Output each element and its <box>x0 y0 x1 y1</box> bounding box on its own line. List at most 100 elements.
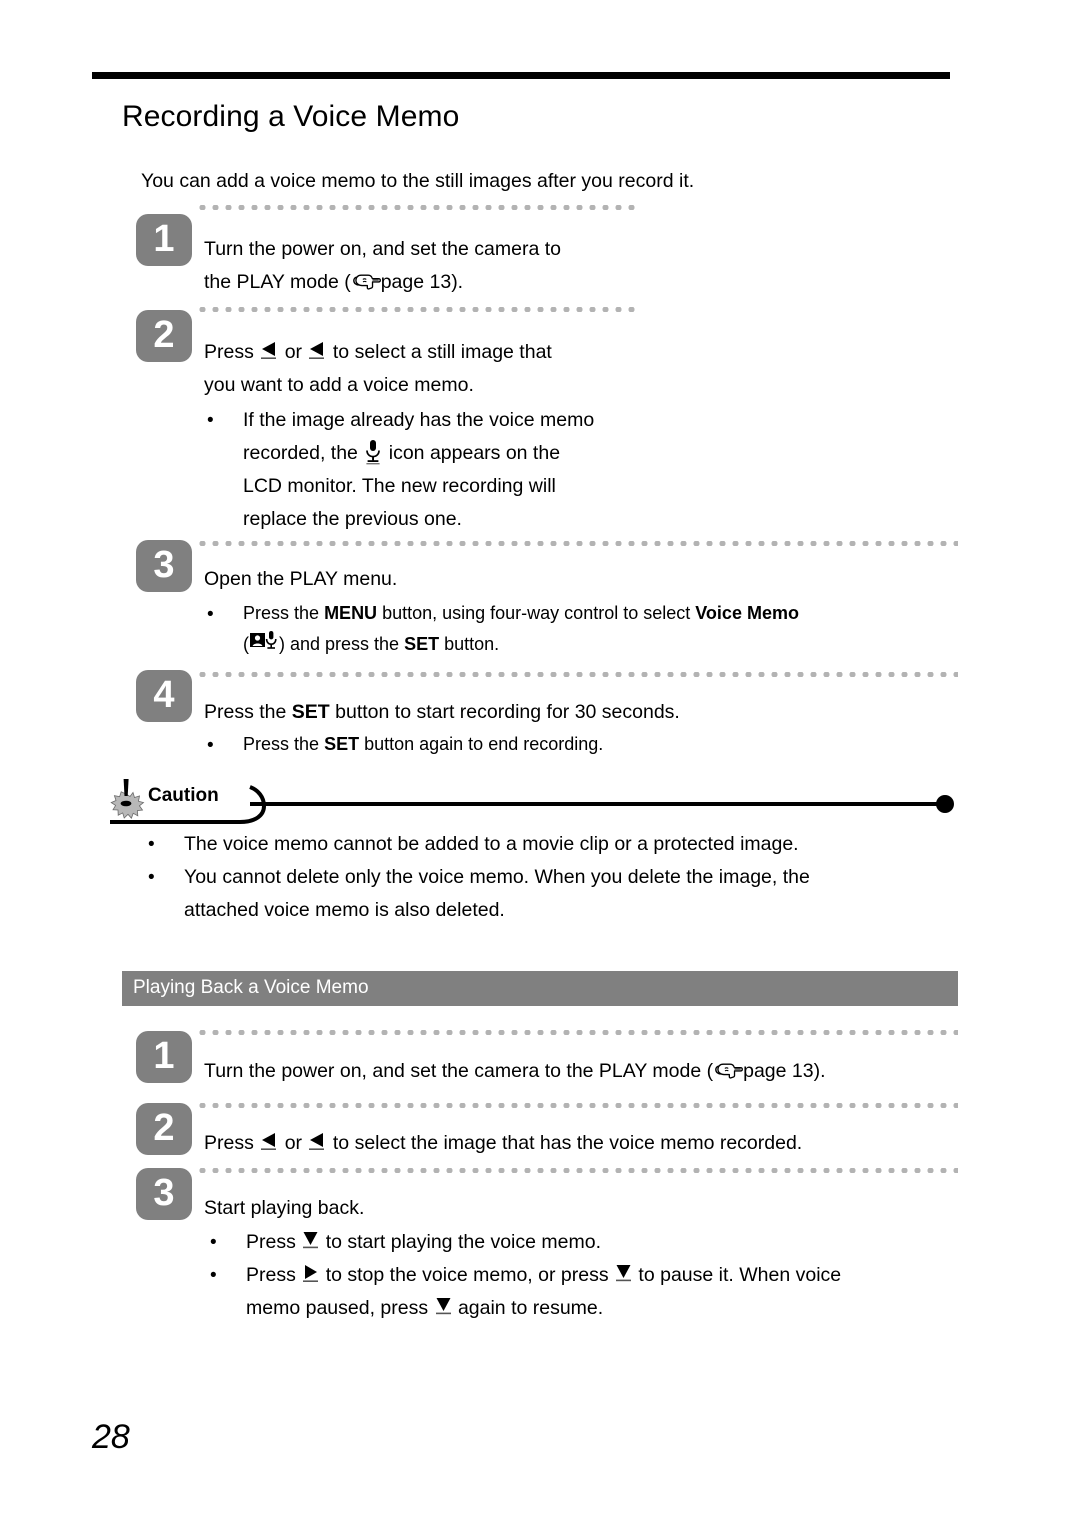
caution-item-1: • The voice memo cannot be added to a mo… <box>148 828 948 861</box>
header-rule <box>92 72 950 79</box>
playback-step-divider-2 <box>196 1103 958 1108</box>
step-3-bullet-2-post: button. <box>444 634 500 654</box>
playback-step-3-bullet-1: • Press to start playing the voice memo. <box>210 1226 910 1259</box>
step-divider-1 <box>196 205 640 210</box>
down-triangle-icon <box>301 1229 320 1251</box>
bullet-dot: • <box>148 867 155 888</box>
step-number-2: 2 <box>136 310 192 362</box>
intro-paragraph: You can add a voice memo to the still im… <box>141 170 695 192</box>
playback-step-number-3: 3 <box>136 1168 192 1220</box>
step-2-bullet-1-line-1: If the image already has the voice memo <box>243 409 595 431</box>
step-divider-2 <box>196 307 640 312</box>
step-3-bullet-1-line-1: Press the MENU button, using four-way co… <box>243 598 947 629</box>
bullet-dot: • <box>148 834 155 855</box>
step-2-bullet-1-line-2-pre: recorded, the <box>243 442 358 464</box>
playback-step-1-line-1: Turn the power on, and set the camera to… <box>204 1055 964 1088</box>
step-4-line-1-post: button to start recording for 30 seconds… <box>335 701 680 723</box>
playback-step-2-line-1: Press or to select the image that has th… <box>204 1127 984 1160</box>
page-number: 28 <box>92 1418 130 1456</box>
playback-step-3-body: Start playing back. <box>204 1192 964 1225</box>
bullet-dot: • <box>207 604 214 625</box>
step-4-bullet-1: • Press the SET button again to end reco… <box>207 729 907 760</box>
down-triangle-icon <box>434 1295 453 1317</box>
step-3-bullet-1-pre: Press the <box>243 603 320 623</box>
playback-step-number-1: 1 <box>136 1031 192 1083</box>
playback-bullet-2-post: to pause it. When voice <box>638 1264 842 1286</box>
bullet-dot: • <box>210 1232 217 1253</box>
step-3-bullet-1-line-2: ( ) and press the SET button. <box>243 629 947 660</box>
left-triangle-icon <box>259 1130 279 1152</box>
caution-block-header: Caution <box>100 776 960 826</box>
step-2-bullet-1-line-4: replace the previous one. <box>243 508 462 530</box>
step-4-bullet-1-post: button again to end recording. <box>364 734 604 754</box>
set-button-label: SET <box>291 701 330 723</box>
step-2-bullet-1: • If the image already has the voice mem… <box>207 404 727 536</box>
caution-burst-icon <box>106 778 146 824</box>
caution-rule <box>100 776 960 826</box>
step-4-body: Press the SET button to start recording … <box>204 696 944 729</box>
step-number-3: 3 <box>136 540 192 592</box>
step-3-bullet-2-mid: ) and press the <box>279 634 400 654</box>
step-3-bullet-1-mid: button, using four-way control to select <box>382 603 691 623</box>
playback-bullet-2-mid: to stop the voice memo, or press <box>325 1264 609 1286</box>
step-1-line-2-pre: the PLAY mode ( <box>204 271 351 293</box>
step-1-line-2: the PLAY mode ( page 13). <box>204 266 824 299</box>
step-3-bullet-1: • Press the MENU button, using four-way … <box>207 598 947 660</box>
playback-step-2-body: Press or to select the image that has th… <box>204 1127 984 1160</box>
playback-bullet-2-line2-post: again to resume. <box>457 1297 604 1319</box>
voice-memo-menu-icon <box>249 630 279 656</box>
step-2-bullet-1-line-2-post: icon appears on the <box>388 442 561 464</box>
page-title: Recording a Voice Memo <box>122 100 460 133</box>
voice-memo-label: Voice Memo <box>695 603 799 623</box>
step-number-1: 1 <box>136 214 192 266</box>
step-1-body: Turn the power on, and set the camera to… <box>204 233 824 299</box>
step-4-bullet-1-line-1: Press the SET button again to end record… <box>243 729 907 760</box>
microphone-icon <box>363 439 383 465</box>
section-header-label: Playing Back a Voice Memo <box>133 977 369 998</box>
playback-bullet-2-line-2: memo paused, press again to resume. <box>246 1292 950 1325</box>
set-button-label: SET <box>324 734 360 754</box>
step-1-line-2-post: page 13). <box>380 271 464 293</box>
step-divider-3 <box>196 541 958 546</box>
playback-step-2-mid: or <box>284 1132 303 1154</box>
step-3-line-1: Open the PLAY menu. <box>204 568 398 590</box>
step-4-line-1: Press the SET button to start recording … <box>204 696 944 729</box>
menu-button-label: MENU <box>324 603 378 623</box>
step-2-body: Press or to select a still image that yo… <box>204 336 844 402</box>
caution-label: Caution <box>148 785 219 806</box>
playback-bullet-2-line2-pre: memo paused, press <box>246 1297 429 1319</box>
step-4-bullet-1-pre: Press the <box>243 734 320 754</box>
step-2-line-1-mid: or <box>284 341 303 363</box>
playback-step-1-body: Turn the power on, and set the camera to… <box>204 1055 964 1088</box>
pointing-hand-icon <box>351 271 381 291</box>
playback-step-3-bullet-2: • Press to stop the voice memo, or press <box>210 1259 950 1325</box>
playback-step-divider-1 <box>196 1030 958 1035</box>
playback-step-3-line-1: Start playing back. <box>204 1197 365 1219</box>
step-2-line-2: you want to add a voice memo. <box>204 374 474 396</box>
playback-step-2-post: to select the image that has the voice m… <box>332 1132 803 1154</box>
bullet-dot: • <box>207 410 214 431</box>
set-button-label: SET <box>404 634 440 654</box>
step-2-line-1-pre: Press <box>204 341 254 363</box>
step-2-line-1: Press or to select a still image that <box>204 336 844 369</box>
playback-bullet-1-pre: Press <box>246 1231 296 1253</box>
step-2-bullet-1-line-2: recorded, the icon appears on the <box>243 437 727 470</box>
playback-bullet-1-line-1: Press to start playing the voice memo. <box>246 1226 910 1259</box>
down-triangle-icon <box>614 1262 633 1284</box>
step-2-line-1-post: to select a still image that <box>332 341 552 363</box>
playback-step-1-pre: Turn the power on, and set the camera to… <box>204 1060 714 1082</box>
playback-step-number-2: 2 <box>136 1103 192 1155</box>
bullet-dot: • <box>210 1265 217 1286</box>
step-3-body: Open the PLAY menu. <box>204 563 944 596</box>
pointing-hand-icon <box>713 1060 744 1080</box>
left-triangle-icon <box>307 339 327 361</box>
caution-item-2: • You cannot delete only the voice memo.… <box>148 861 948 927</box>
step-1-line-1: Turn the power on, and set the camera to <box>204 238 561 260</box>
bullet-dot: • <box>207 735 214 756</box>
step-4-line-1-pre: Press the <box>204 701 287 723</box>
step-2-bullet-1-line-3: LCD monitor. The new recording will <box>243 475 556 497</box>
right-triangle-icon <box>301 1262 320 1284</box>
caution-item-2-line-1: You cannot delete only the voice memo. W… <box>184 866 810 888</box>
section-header-playing-back: Playing Back a Voice Memo <box>122 971 958 1006</box>
left-triangle-icon <box>307 1130 327 1152</box>
